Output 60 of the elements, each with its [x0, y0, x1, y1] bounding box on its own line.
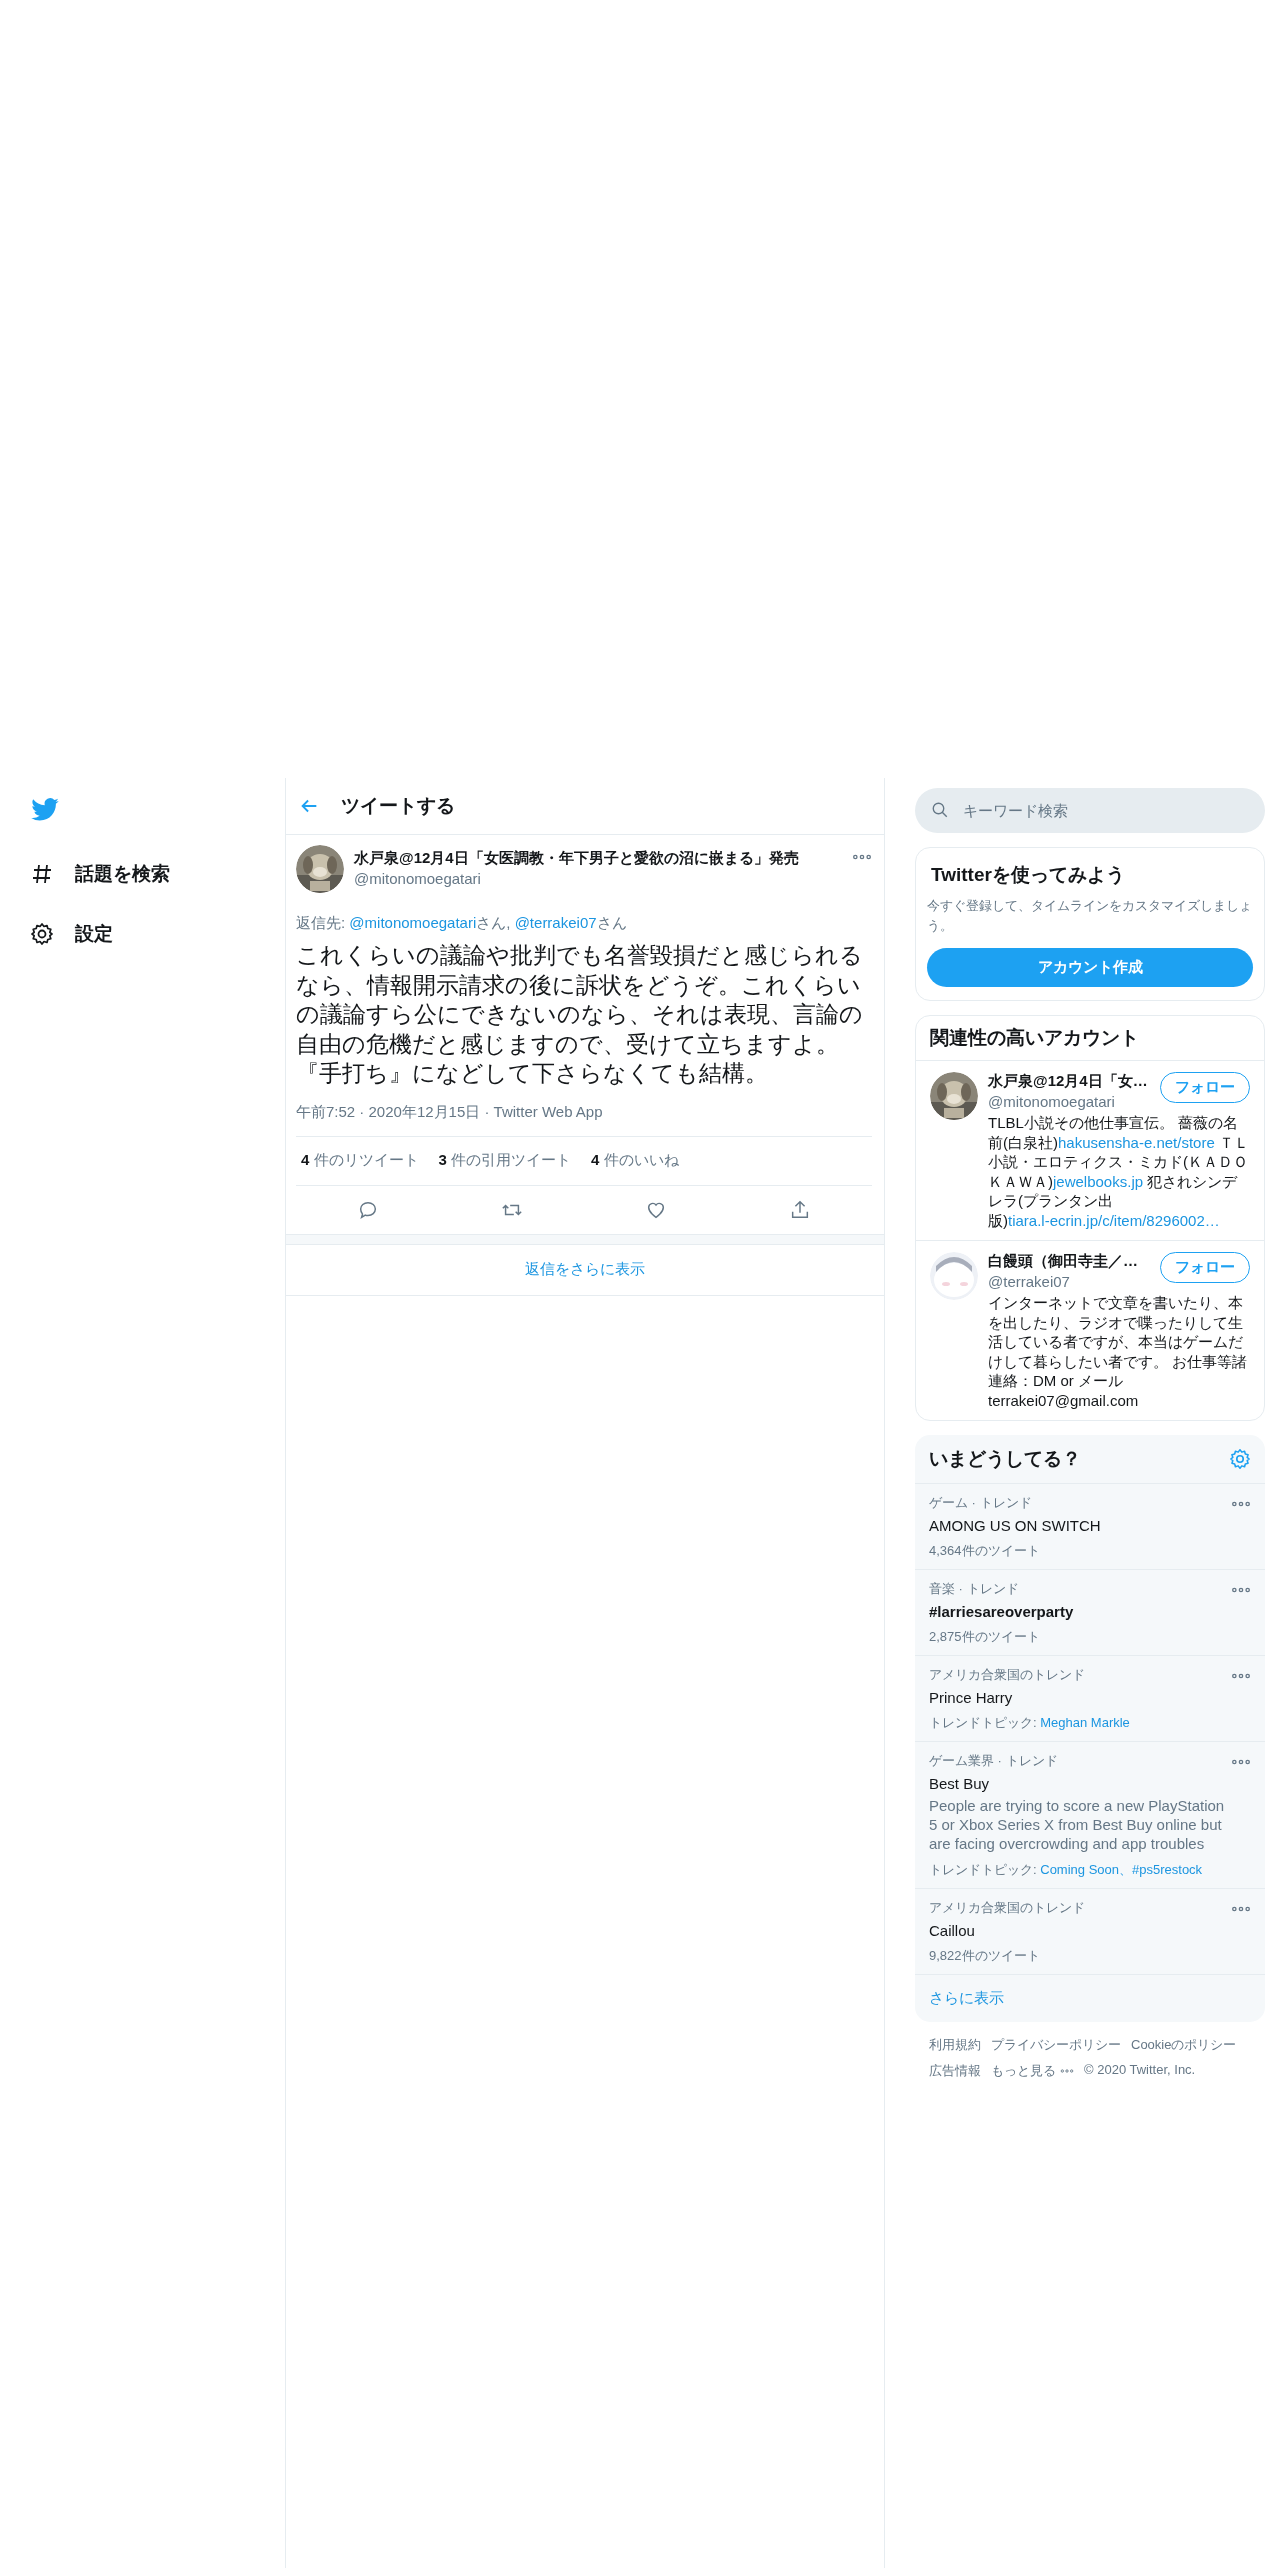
account-name[interactable]: 水戸泉@12月4日「女… [988, 1072, 1154, 1091]
reply-to-line: 返信先: @mitonomoegatariさん, @terrakei07さん [296, 914, 628, 933]
stat-link[interactable]: 4 件のいいね [591, 1151, 679, 1170]
footer-link[interactable]: Cookieのポリシー [1131, 2036, 1237, 2054]
trend-topic-link[interactable]: Coming Soon、#ps5restock [1040, 1862, 1203, 1877]
share-icon[interactable] [789, 1198, 811, 1221]
show-more-replies-link[interactable]: 返信をさらに表示 [525, 1260, 645, 1279]
trend-name[interactable]: #larriesareoverparty [929, 1603, 1231, 1620]
card-title: いまどうしてる？ [929, 1447, 1081, 1471]
footer-link[interactable]: 広告情報 [929, 2062, 981, 2080]
card-title: Twitterを使ってみよう [930, 863, 1126, 887]
tweet-text: これくらいの議論や批判でも名誉毀損だと感じられるなら、情報開示請求の後に訴状をどうぞ。これくらいの議論すら公にできないのなら、それは表現、言論の自由の危機だと感じますので、受けて立ちますよ。『手打ち』になどして下さらなくても結構。 [296, 941, 864, 1088]
trend-context: 音楽 · トレンド [929, 1580, 1020, 1598]
trend-name[interactable]: Prince Harry [929, 1689, 1231, 1706]
trend-name[interactable]: Caillou [929, 1922, 1231, 1939]
footer-link[interactable]: 利用規約 [929, 2036, 981, 2054]
search-icon [931, 801, 949, 819]
trend-topics-label: トレンドトピック: [929, 1862, 1037, 1877]
copyright: © 2020 Twitter, Inc. [1084, 2062, 1196, 2079]
account-handle[interactable]: @mitonomoegatari [988, 1093, 1154, 1110]
tweet-count: 2,875件のツイート [929, 1628, 1041, 1646]
author-handle[interactable]: @mitonomoegatari [354, 870, 842, 887]
follow-button[interactable]: フォロー [1160, 1252, 1250, 1283]
link[interactable]: tiara.l-ecrin.jp/c/item/8296002… [1008, 1211, 1220, 1229]
nav-link[interactable]: 設定 [75, 921, 113, 947]
nav-link[interactable]: 話題を検索 [75, 861, 170, 887]
trend-context: ゲーム · トレンド [929, 1494, 1033, 1512]
trend-description: People are trying to score a new PlayStation 5 or Xbox Series X from Best Buy online but are facing overcrowding and app troubles [929, 1796, 1226, 1853]
settings-icon[interactable] [30, 922, 54, 946]
trend-context: アメリカ合衆国のトレンド [929, 1899, 1086, 1917]
page-title: ツイートする [341, 794, 455, 818]
card-title: 関連性の高いアカウント [916, 1016, 1264, 1061]
stat-link[interactable]: 4 件のリツイート [301, 1151, 419, 1170]
trend-name[interactable]: AMONG US ON SWITCH [929, 1517, 1231, 1534]
link[interactable]: jewelbooks.jp [1053, 1172, 1144, 1190]
account-bio: TLBL小説その他仕事宣伝。 薔薇の名前(白泉社)hakusensha-e.net/store ＴＬ小説・エロティクス・ミカド(ＫＡＤＯＫＡＷＡ)jewelbooks.jp 犯されシンデレラ(プランタン出版)tiara.l-ecrin.jp/c/item/8296002… [988, 1113, 1250, 1230]
footer-link[interactable]: もっと見る [991, 2062, 1056, 2080]
signup-text: 今すぐ登録して、タイムラインをカスタマイズしましょう。 [927, 897, 1253, 935]
tweet-count: 4,364件のツイート [929, 1542, 1041, 1560]
show-more-link[interactable]: さらに表示 [929, 1989, 1004, 2006]
account-bio: インターネットで文章を書いたり、本を出したり、ラジオで喋ったりして生活している者ですが、本当はゲームだけして暮らしたい者です。 お仕事等諸連絡：DM or メール terrakei07@gmail.com [988, 1293, 1249, 1410]
tweet-meta: 午前7:52 · 2020年12月15日 · Twitter Web App [296, 1102, 872, 1137]
trend-context: アメリカ合衆国のトレンド [929, 1666, 1086, 1684]
author-name[interactable]: 水戸泉@12月4日「女医調教・年下男子と愛欲の沼に嵌まる」発売 [354, 849, 842, 868]
trend-context: ゲーム業界 · トレンド [929, 1752, 1059, 1770]
footer-link[interactable]: プライバシーポリシー [991, 2036, 1121, 2054]
trend-topics-label: トレンドトピック: [929, 1715, 1037, 1730]
create-account-button[interactable]: アカウント作成 [927, 948, 1253, 987]
stat-link[interactable]: 3 件の引用ツイート [438, 1151, 572, 1170]
hash-icon[interactable] [30, 862, 54, 886]
link[interactable]: @mitonomoegatari [349, 914, 477, 931]
account-name[interactable]: 白饅頭（御田寺圭／… [988, 1252, 1154, 1271]
link[interactable]: @terrakei07 [514, 914, 597, 931]
trend-topic-link[interactable]: Meghan Markle [1040, 1715, 1130, 1730]
follow-button[interactable]: フォロー [1160, 1072, 1250, 1103]
search-field[interactable]: キーワード検索 [915, 788, 1265, 833]
account-handle[interactable]: @terrakei07 [988, 1273, 1154, 1290]
link[interactable]: hakusensha-e.net/store [1058, 1133, 1215, 1151]
tweet-count: 9,822件のツイート [929, 1947, 1041, 1965]
trend-name[interactable]: Best Buy [929, 1775, 1231, 1792]
